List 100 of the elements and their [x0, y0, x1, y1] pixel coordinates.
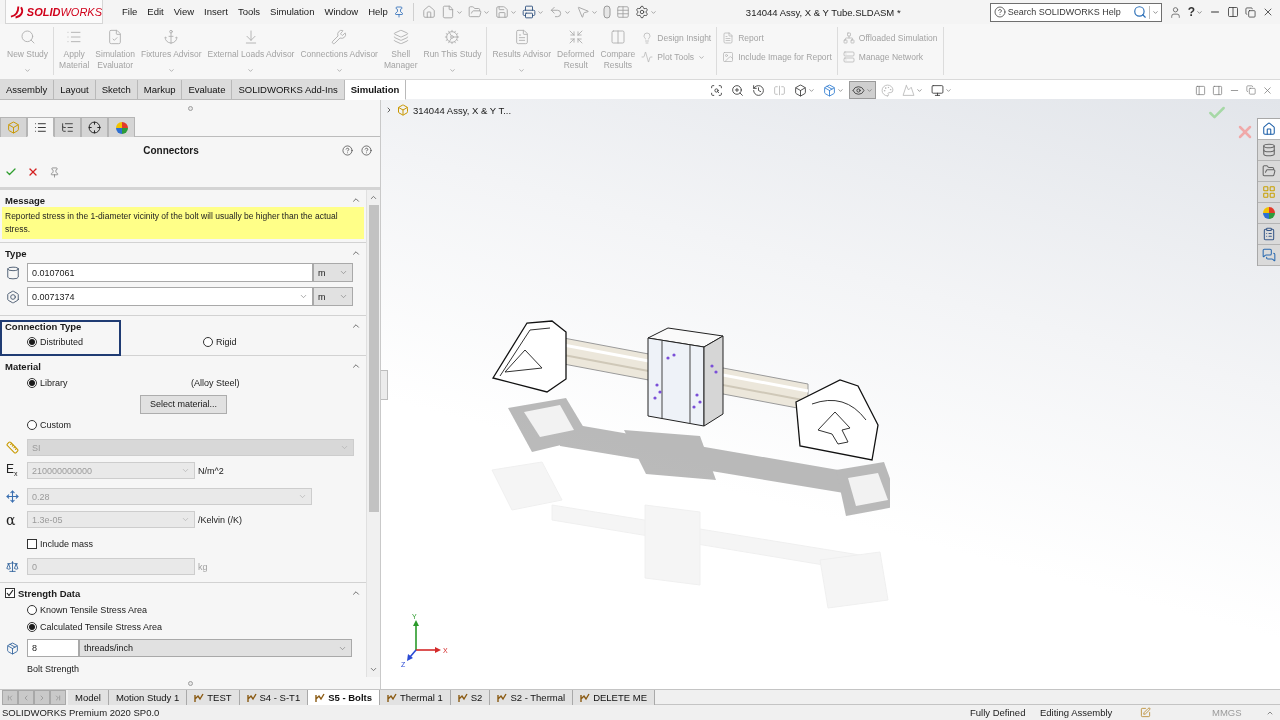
scroll-up-icon[interactable] — [369, 193, 378, 202]
combo-field[interactable]: 0.0071374 — [27, 287, 313, 306]
panel-tab[interactable] — [54, 117, 81, 137]
menu-item[interactable]: Insert — [199, 0, 233, 24]
menu-item[interactable]: File — [117, 0, 143, 24]
print-icon[interactable] — [521, 5, 536, 19]
radio-option[interactable]: Rigid — [203, 337, 237, 347]
document-tab[interactable]: TEST — [187, 690, 240, 705]
menu-item[interactable]: Simulation — [265, 0, 320, 24]
task-pane-tab[interactable] — [1258, 161, 1280, 182]
document-tab[interactable]: Motion Study 1 — [108, 690, 188, 705]
caret-icon[interactable] — [509, 8, 517, 16]
caret-icon[interactable] — [482, 8, 490, 16]
command-tab[interactable]: Assembly — [0, 80, 55, 100]
home-icon[interactable] — [421, 5, 436, 19]
task-pane-tab[interactable] — [1258, 245, 1280, 266]
task-pane-tab[interactable] — [1258, 140, 1280, 161]
undo-icon[interactable] — [548, 5, 563, 19]
tab-scroll-button[interactable] — [50, 690, 66, 705]
document-tab[interactable]: Model — [68, 690, 109, 705]
menu-item[interactable]: Help — [363, 0, 393, 24]
document-tab[interactable]: S4 - S-T1 — [239, 690, 309, 705]
tab-scroll-button[interactable] — [18, 690, 34, 705]
tab-scroll-button[interactable] — [34, 690, 50, 705]
caret-icon[interactable] — [1151, 8, 1159, 16]
menu-item[interactable]: Tools — [232, 0, 266, 24]
scrollbar[interactable] — [366, 190, 380, 677]
task-pane-tab[interactable] — [1258, 119, 1280, 140]
collapse-icon[interactable] — [351, 195, 361, 205]
search-box[interactable]: Search SOLIDWORKS Help — [989, 2, 1162, 22]
folder-icon[interactable] — [467, 5, 482, 19]
restore-icon[interactable] — [1245, 6, 1256, 18]
help-icon[interactable] — [361, 144, 372, 156]
radio-option[interactable]: Library — [27, 378, 68, 388]
select-material-button[interactable]: Select material... — [140, 395, 227, 414]
collapse-icon[interactable] — [351, 248, 361, 258]
caret-icon[interactable] — [944, 86, 952, 94]
document-tab[interactable]: DELETE ME — [573, 690, 655, 705]
task-pane-tab[interactable] — [1258, 203, 1280, 224]
edit-icon[interactable] — [1140, 707, 1151, 718]
menu-item[interactable]: Window — [319, 0, 364, 24]
ok-icon[interactable] — [5, 166, 17, 178]
task-pane-tab[interactable] — [1258, 224, 1280, 245]
caret-icon[interactable] — [1196, 8, 1203, 16]
save-icon[interactable] — [494, 5, 509, 19]
grip-dot-icon[interactable] — [187, 106, 193, 111]
settings-icon[interactable] — [634, 5, 649, 19]
tree-node[interactable]: 314044 Assy, X & Y T... — [385, 104, 512, 116]
split-window-icon[interactable] — [1227, 6, 1239, 18]
pin-icon[interactable] — [392, 6, 405, 18]
caret-icon[interactable] — [590, 8, 598, 16]
caret-icon[interactable] — [536, 8, 544, 16]
help-button[interactable]: ? — [1187, 5, 1195, 19]
collapse-icon[interactable] — [351, 588, 361, 598]
grip-dot-icon[interactable] — [187, 680, 193, 686]
caret-icon[interactable] — [649, 8, 657, 16]
command-tab[interactable]: Layout — [54, 80, 96, 100]
axis-triad-icon[interactable] — [407, 620, 441, 661]
splitter-handle[interactable] — [381, 370, 388, 400]
document-tab[interactable]: S2 - Thermal — [490, 690, 574, 705]
restore-icon[interactable] — [1246, 85, 1256, 95]
close-icon[interactable] — [1262, 84, 1273, 96]
document-tab[interactable]: S5 - Bolts — [308, 690, 380, 705]
panel-left-icon[interactable] — [1195, 84, 1206, 96]
menu-item[interactable]: View — [168, 0, 200, 24]
panel-right-icon[interactable] — [1212, 84, 1223, 96]
checkbox-option[interactable]: Strength Data — [5, 587, 81, 599]
scroll-down-icon[interactable] — [369, 665, 378, 674]
user-icon[interactable] — [1168, 5, 1182, 19]
radio-option[interactable]: Known Tensile Stress Area — [27, 605, 147, 615]
caret-icon[interactable] — [563, 8, 571, 16]
caret-icon[interactable] — [836, 86, 844, 94]
checkbox-option[interactable]: Include mass — [27, 539, 94, 549]
caret-icon[interactable] — [865, 86, 873, 94]
radio-option[interactable]: Calculated Tensile Stress Area — [27, 622, 162, 632]
command-tab[interactable]: SOLIDWORKS Add-Ins — [232, 80, 345, 100]
document-tab[interactable]: Thermal 1 — [380, 690, 451, 705]
unit-dropdown[interactable]: threads/inch — [79, 639, 352, 657]
logo-tab[interactable]: SOLIDWORKS — [5, 0, 103, 24]
close-icon[interactable] — [1262, 6, 1274, 18]
collapse-icon[interactable] — [351, 321, 361, 331]
panel-tab[interactable] — [108, 117, 135, 137]
input-field[interactable]: 0.0107061 — [27, 263, 313, 282]
command-tab[interactable]: Simulation — [344, 80, 407, 100]
help-icon[interactable] — [342, 144, 353, 156]
menu-item[interactable]: Edit — [142, 0, 169, 24]
document-icon[interactable] — [440, 5, 455, 19]
pin-icon[interactable] — [49, 166, 60, 178]
capsule-icon[interactable] — [602, 5, 611, 19]
search-field[interactable]: Search SOLIDWORKS Help — [1007, 7, 1131, 17]
command-tab[interactable]: Markup — [137, 80, 183, 100]
radio-option[interactable]: Custom — [27, 420, 71, 430]
caret-icon[interactable] — [455, 8, 463, 16]
search-icon[interactable] — [1132, 5, 1147, 19]
cancel-icon[interactable] — [27, 166, 39, 178]
collapse-icon[interactable] — [351, 361, 361, 371]
command-tab[interactable]: Sketch — [95, 80, 138, 100]
caret-icon[interactable] — [807, 86, 815, 94]
command-tab[interactable]: Evaluate — [182, 80, 233, 100]
panel-tab[interactable] — [81, 117, 108, 137]
